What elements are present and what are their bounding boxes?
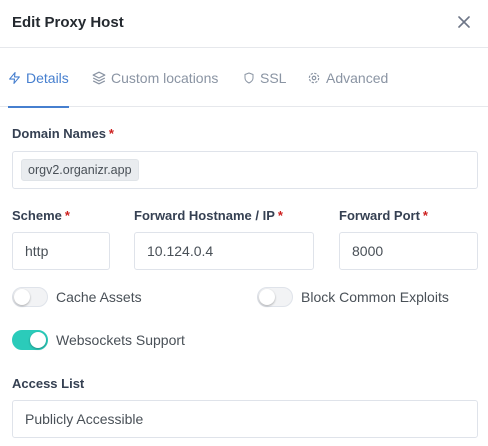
domain-names-label: Domain Names * — [12, 126, 114, 141]
dialog-header: Edit Proxy Host — [0, 0, 488, 48]
domain-names-input[interactable]: orgv2.organizr.app — [12, 151, 478, 189]
close-button[interactable] — [454, 12, 474, 32]
tab-bar: Details Custom locations SSL Advanced — [0, 49, 488, 108]
tab-custom-locations-label: Custom locations — [111, 70, 219, 86]
required-mark: * — [277, 208, 283, 223]
cache-assets-toggle[interactable]: Cache Assets — [12, 287, 142, 307]
tab-details[interactable]: Details — [8, 49, 69, 108]
access-list-label: Access List — [12, 376, 85, 391]
scheme-input[interactable]: http — [12, 232, 110, 270]
required-mark: * — [422, 208, 428, 223]
scheme-label-text: Scheme — [12, 208, 62, 223]
scheme-label: Scheme * — [12, 208, 70, 223]
tab-advanced[interactable]: Advanced — [307, 49, 388, 107]
layers-icon — [92, 71, 106, 85]
forward-port-value: 8000 — [352, 243, 384, 259]
websockets-toggle[interactable]: Websockets Support — [12, 330, 185, 350]
scheme-value: http — [25, 243, 49, 259]
forward-port-input[interactable]: 8000 — [339, 232, 478, 270]
cache-assets-switch[interactable] — [12, 287, 48, 307]
switch-knob — [259, 289, 275, 305]
cache-assets-label: Cache Assets — [56, 289, 142, 305]
forward-host-value: 10.124.0.4 — [147, 243, 214, 259]
block-exploits-switch[interactable] — [257, 287, 293, 307]
block-exploits-toggle[interactable]: Block Common Exploits — [257, 287, 449, 307]
close-icon — [458, 16, 470, 28]
required-mark: * — [108, 126, 114, 141]
tab-custom-locations[interactable]: Custom locations — [92, 49, 218, 107]
switch-knob — [14, 289, 30, 305]
gear-icon — [308, 72, 320, 84]
websockets-switch[interactable] — [12, 330, 48, 350]
forward-host-input[interactable]: 10.124.0.4 — [134, 232, 314, 270]
switch-knob — [30, 332, 46, 348]
dialog-title: Edit Proxy Host — [12, 14, 124, 31]
forward-host-label-text: Forward Hostname / IP — [134, 208, 275, 223]
tab-ssl[interactable]: SSL — [243, 49, 286, 107]
zap-icon — [9, 72, 20, 84]
required-mark: * — [64, 208, 70, 223]
domain-chip[interactable]: orgv2.organizr.app — [21, 159, 139, 181]
tab-ssl-label: SSL — [260, 70, 287, 86]
forward-port-label-text: Forward Port — [339, 208, 420, 223]
forward-port-label: Forward Port * — [339, 208, 428, 223]
shield-icon — [244, 72, 254, 84]
forward-host-label: Forward Hostname / IP * — [134, 208, 283, 223]
access-list-select[interactable]: Publicly Accessible — [12, 400, 478, 438]
block-exploits-label: Block Common Exploits — [301, 289, 449, 305]
domain-names-label-text: Domain Names — [12, 126, 106, 141]
websockets-label: Websockets Support — [56, 332, 185, 348]
access-list-value: Publicly Accessible — [25, 411, 144, 427]
tab-advanced-label: Advanced — [326, 70, 389, 86]
tab-details-label: Details — [26, 70, 69, 86]
